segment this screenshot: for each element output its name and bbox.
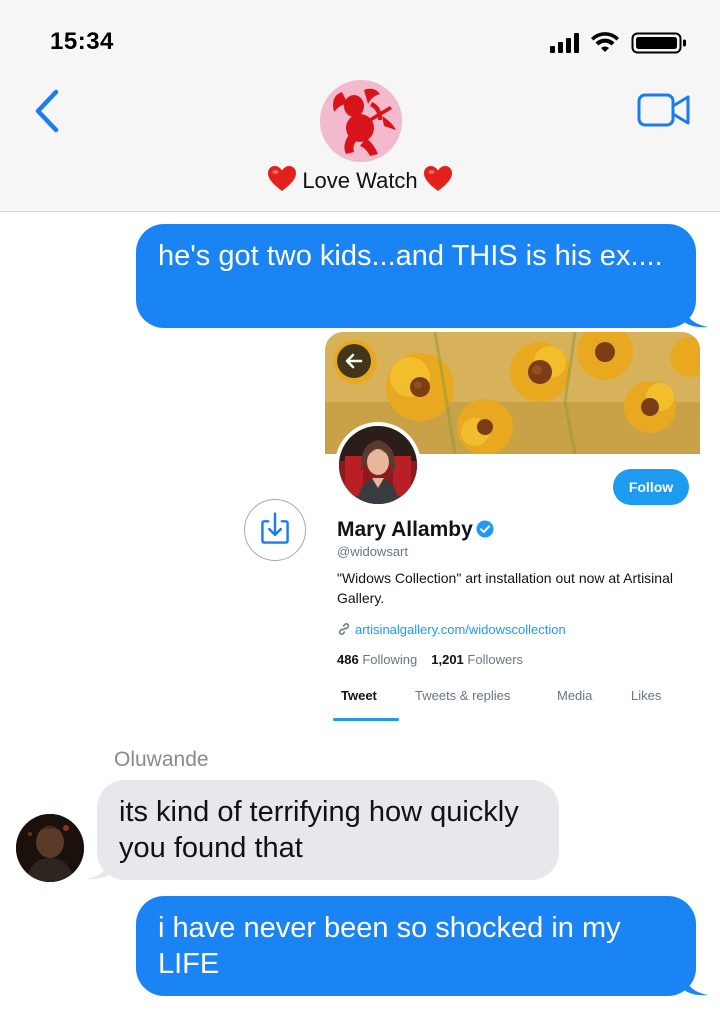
- sender-photo: [16, 814, 84, 882]
- follow-button[interactable]: Follow: [613, 469, 689, 505]
- following-count: 486: [337, 652, 359, 667]
- verified-badge-icon: [476, 520, 494, 538]
- profile-photo: [339, 426, 417, 504]
- card-back-button[interactable]: [337, 344, 371, 378]
- tab-tweets-replies[interactable]: Tweets & replies: [415, 688, 510, 703]
- profile-avatar[interactable]: [335, 422, 421, 508]
- share-button[interactable]: [244, 499, 306, 561]
- outgoing-message[interactable]: i have never been so shocked in my LIFE: [136, 896, 696, 996]
- sender-name: Oluwande: [114, 748, 209, 771]
- status-time: 15:34: [50, 28, 114, 55]
- bubble-tail: [684, 306, 708, 328]
- active-tab-indicator: [333, 718, 399, 721]
- tab-likes[interactable]: Likes: [631, 688, 661, 703]
- battery-icon: [631, 32, 686, 54]
- bubble-tail: [86, 858, 110, 880]
- followers-count: 1,201: [431, 652, 464, 667]
- contact-name-row[interactable]: Love Watch: [0, 166, 720, 194]
- link-icon: [338, 623, 350, 635]
- arrow-left-icon: [345, 353, 363, 369]
- incoming-message[interactable]: its kind of terrifying how quickly you f…: [97, 780, 559, 880]
- video-call-button[interactable]: [637, 92, 691, 128]
- profile-link-text: artisinalgallery.com/widowscollection: [355, 622, 566, 637]
- twitter-profile-card[interactable]: Follow Mary Allamby @widowsart "Widows C…: [325, 332, 700, 727]
- following-stat[interactable]: 486 Following: [337, 652, 417, 667]
- profile-tabs: Tweet Tweets & replies Media Likes: [325, 684, 700, 724]
- back-button[interactable]: [28, 88, 68, 134]
- wifi-icon: [591, 32, 619, 52]
- bubble-tail: [684, 974, 708, 996]
- profile-link[interactable]: artisinalgallery.com/widowscollection: [337, 622, 566, 637]
- chevron-left-icon: [35, 89, 59, 133]
- video-camera-icon: [637, 93, 690, 127]
- profile-bio: "Widows Collection" art installation out…: [337, 570, 673, 606]
- profile-stats: 486 Following 1,201 Followers: [337, 652, 523, 667]
- tab-media[interactable]: Media: [557, 688, 592, 703]
- sender-avatar[interactable]: [16, 814, 84, 882]
- tab-tweet[interactable]: Tweet: [341, 688, 377, 703]
- profile-name-row: Mary Allamby: [337, 518, 494, 542]
- download-icon: [261, 512, 289, 544]
- cupid-icon: [320, 80, 402, 162]
- profile-handle: @widowsart: [337, 544, 408, 559]
- group-avatar[interactable]: [320, 80, 402, 162]
- following-label: Following: [362, 652, 418, 667]
- red-heart-icon: [268, 166, 297, 191]
- profile-display-name: Mary Allamby: [337, 518, 473, 541]
- status-icons: [550, 32, 686, 54]
- red-heart-icon: [423, 166, 452, 191]
- signal-icon: [550, 33, 579, 53]
- followers-stat[interactable]: 1,201 Followers: [431, 652, 523, 667]
- followers-label: Followers: [467, 652, 524, 667]
- contact-name: Love Watch: [302, 168, 418, 193]
- conversation-header: 15:34 Love Watch: [0, 0, 720, 212]
- outgoing-message[interactable]: he's got two kids...and THIS is his ex..…: [136, 224, 696, 328]
